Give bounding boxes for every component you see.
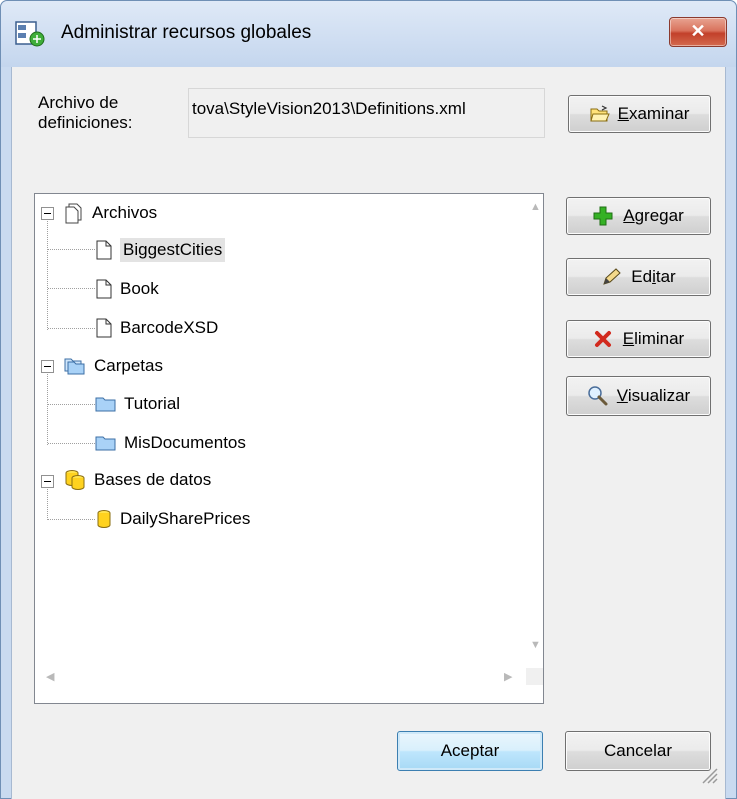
folders-group-icon <box>64 358 85 375</box>
cancel-button[interactable]: Cancelar <box>565 731 711 771</box>
edit-button-label: Editar <box>631 267 676 286</box>
tree-connector <box>47 371 48 445</box>
databases-group-icon <box>65 470 85 490</box>
tree-item-tutorial[interactable]: Tutorial <box>95 390 180 418</box>
tree-item-label: Tutorial <box>124 394 181 413</box>
folder-icon <box>95 397 116 412</box>
collapse-toggle-archivos[interactable] <box>41 207 54 220</box>
tree-item-label: MisDocumentos <box>124 433 246 452</box>
definitions-file-field[interactable]: tova\StyleVision2013\Definitions.xml <box>188 88 545 138</box>
tree-node-archivos[interactable]: Archivos <box>63 199 157 227</box>
browse-button-label: Examinar <box>617 104 690 123</box>
definitions-file-label: Archivo de definiciones: <box>38 93 133 132</box>
scrollbar-corner <box>526 668 543 685</box>
ok-button-label: Aceptar <box>440 741 500 760</box>
files-group-icon <box>65 203 82 224</box>
collapse-toggle-bases[interactable] <box>41 475 54 488</box>
cancel-button-label: Cancelar <box>603 741 673 760</box>
tree-node-label: Carpetas <box>94 356 163 375</box>
tree-item-label: DailySharePrices <box>120 509 251 528</box>
tree-item-biggestcities[interactable]: BiggestCities <box>95 236 226 264</box>
tree-connector <box>48 404 95 405</box>
resources-tree[interactable]: Archivos BiggestCities Book BarcodeXSD C… <box>34 193 544 704</box>
title-bar[interactable]: Administrar recursos globales ✕ <box>1 1 736 67</box>
tree-node-bases-de-datos[interactable]: Bases de datos <box>63 466 211 494</box>
view-button-label: Visualizar <box>616 386 691 405</box>
tree-item-book[interactable]: Book <box>95 275 159 303</box>
tree-connector <box>48 328 95 329</box>
tree-connector <box>47 486 48 520</box>
resize-grip-icon[interactable] <box>697 763 719 785</box>
add-button-label: Agregar <box>623 206 684 225</box>
tree-item-dailyshareprices[interactable]: DailySharePrices <box>95 505 250 533</box>
magnifier-icon <box>588 386 608 406</box>
file-icon <box>96 279 112 299</box>
delete-button[interactable]: Eliminar <box>566 320 711 358</box>
folder-icon <box>95 436 116 451</box>
scroll-right-arrow-icon[interactable]: ▶ <box>504 670 512 683</box>
tree-connector <box>48 443 95 444</box>
tree-node-label: Bases de datos <box>94 470 212 489</box>
open-folder-icon <box>589 105 610 122</box>
add-icon <box>593 206 613 226</box>
delete-button-label: Eliminar <box>622 329 685 348</box>
pencil-icon <box>603 268 622 285</box>
tree-item-label: BiggestCities <box>120 238 226 262</box>
edit-button[interactable]: Editar <box>566 258 711 296</box>
tree-node-label: Archivos <box>92 203 158 222</box>
tree-node-carpetas[interactable]: Carpetas <box>63 352 163 380</box>
vertical-scrollbar[interactable]: ▲ ▼ <box>526 195 543 670</box>
scroll-left-arrow-icon[interactable]: ◀ <box>46 670 54 683</box>
tree-item-label: Book <box>120 279 159 298</box>
file-icon <box>96 240 112 260</box>
view-button[interactable]: Visualizar <box>566 376 711 416</box>
global-resources-icon <box>15 21 45 47</box>
browse-button[interactable]: Examinar <box>568 95 711 133</box>
tree-connector <box>48 288 95 289</box>
tree-connector <box>48 249 95 250</box>
tree-item-barcodexsd[interactable]: BarcodeXSD <box>95 314 218 342</box>
tree-item-label: BarcodeXSD <box>120 318 219 337</box>
add-button[interactable]: Agregar <box>566 197 711 235</box>
scroll-up-arrow-icon[interactable]: ▲ <box>530 201 541 213</box>
tree-item-misdocumentos[interactable]: MisDocumentos <box>95 429 246 457</box>
horizontal-scrollbar[interactable]: ◀ ▶ <box>36 668 526 685</box>
close-button[interactable]: ✕ <box>669 17 727 47</box>
delete-x-icon <box>594 331 611 347</box>
scroll-down-arrow-icon[interactable]: ▼ <box>530 639 541 651</box>
file-icon <box>96 318 112 338</box>
ok-button[interactable]: Aceptar <box>397 731 543 771</box>
tree-connector <box>48 519 95 520</box>
window-title: Administrar recursos globales <box>61 22 312 43</box>
tree-connector <box>47 218 48 330</box>
database-icon <box>97 510 111 528</box>
collapse-toggle-carpetas[interactable] <box>41 360 54 373</box>
